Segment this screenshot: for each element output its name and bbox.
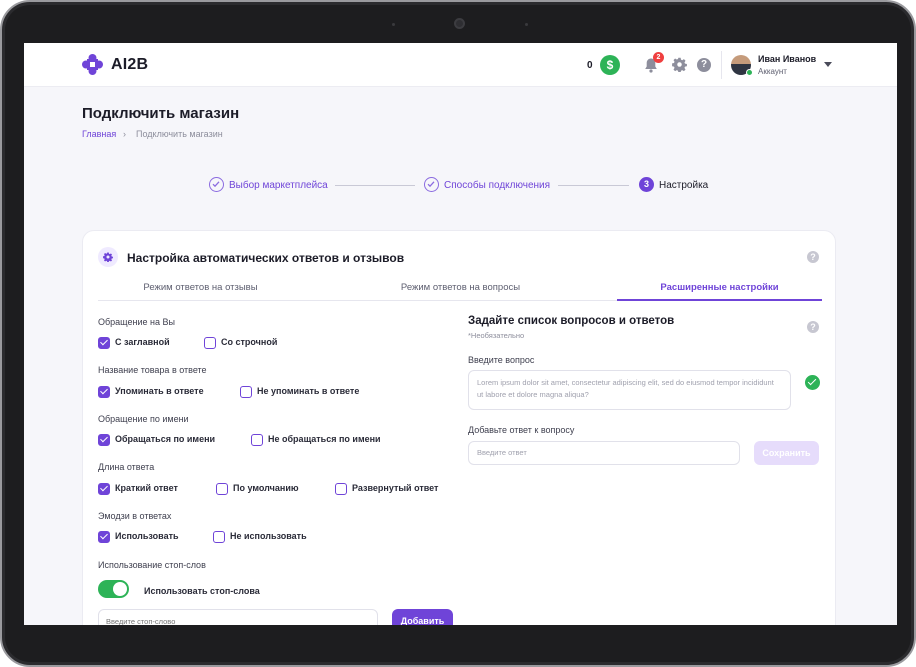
option-label: По умолчанию bbox=[233, 483, 299, 493]
app-screen: AI2B 0 $ 2 ? Иван Иванов Аккаунт Подключ… bbox=[24, 43, 897, 625]
qa-subtitle: *Необязательно bbox=[468, 331, 525, 340]
step-connector bbox=[558, 185, 629, 186]
option-label: Краткий ответ bbox=[115, 483, 178, 493]
question-textarea[interactable]: Lorem ipsum dolor sit amet, consectetur … bbox=[468, 370, 791, 410]
option-label: Развернутый ответ bbox=[352, 483, 439, 493]
tablet-frame: AI2B 0 $ 2 ? Иван Иванов Аккаунт Подключ… bbox=[0, 0, 916, 667]
step-connection[interactable]: Способы подключения bbox=[444, 180, 550, 191]
save-button[interactable]: Сохранить bbox=[754, 441, 819, 465]
checkbox[interactable] bbox=[216, 483, 228, 495]
checkbox[interactable] bbox=[213, 531, 225, 543]
tab-questions-mode[interactable]: Режим ответов на вопросы bbox=[358, 275, 563, 301]
option-label: Использовать bbox=[115, 531, 179, 541]
stopwords-toggle-label: Использовать стоп-слова bbox=[144, 586, 260, 596]
tab-advanced-settings[interactable]: Расширенные настройки bbox=[617, 275, 822, 301]
step-number: 3 bbox=[639, 177, 654, 192]
divider bbox=[721, 51, 722, 79]
chevron-down-icon[interactable] bbox=[824, 62, 832, 67]
question-label: Введите вопрос bbox=[468, 355, 535, 365]
checkbox[interactable] bbox=[98, 386, 110, 398]
qa-title: Задайте список вопросов и ответов bbox=[468, 315, 675, 327]
user-name[interactable]: Иван Иванов bbox=[758, 54, 816, 64]
checkbox[interactable] bbox=[98, 531, 110, 543]
answer-input[interactable]: Введите ответ bbox=[468, 441, 740, 465]
group-label-emoji: Эмодзи в ответах bbox=[98, 511, 172, 521]
gear-icon[interactable] bbox=[672, 57, 687, 72]
option-label: Со строчной bbox=[221, 337, 278, 347]
card-title: Настройка автоматических ответов и отзыв… bbox=[127, 251, 405, 265]
stopword-input[interactable] bbox=[98, 609, 378, 625]
wallet-button[interactable]: $ bbox=[600, 55, 620, 75]
sensor-dot bbox=[525, 23, 528, 26]
group-label-formal: Обращение на Вы bbox=[98, 317, 175, 327]
option-label: Не упоминать в ответе bbox=[257, 386, 360, 396]
checkbox[interactable] bbox=[98, 337, 110, 349]
checkbox[interactable] bbox=[335, 483, 347, 495]
notification-badge: 2 bbox=[653, 52, 664, 63]
option-label: Не использовать bbox=[230, 531, 307, 541]
option-label: Упоминать в ответе bbox=[115, 386, 204, 396]
option-label: С заглавной bbox=[115, 337, 170, 347]
group-label-stopwords: Использование стоп-слов bbox=[98, 560, 206, 570]
option-label: Обращаться по имени bbox=[115, 434, 216, 444]
logo-icon[interactable] bbox=[82, 54, 103, 75]
option-label: Не обращаться по имени bbox=[268, 434, 381, 444]
avatar[interactable] bbox=[731, 55, 753, 76]
check-circle-icon bbox=[805, 375, 820, 390]
add-stopword-button[interactable]: Добавить bbox=[392, 609, 453, 625]
step-done-icon[interactable] bbox=[209, 177, 224, 192]
top-bar: AI2B 0 $ 2 ? Иван Иванов Аккаунт bbox=[24, 43, 897, 87]
settings-card: Настройка автоматических ответов и отзыв… bbox=[82, 230, 836, 625]
checkbox[interactable] bbox=[240, 386, 252, 398]
step-done-icon[interactable] bbox=[424, 177, 439, 192]
logo-text[interactable]: AI2B bbox=[111, 56, 148, 74]
help-icon[interactable]: ? bbox=[807, 251, 819, 263]
breadcrumb-home-link[interactable]: Главная bbox=[82, 129, 116, 139]
stopwords-toggle[interactable] bbox=[98, 580, 129, 598]
checkbox[interactable] bbox=[251, 434, 263, 446]
balance-value: 0 bbox=[587, 60, 593, 71]
step-connector bbox=[335, 185, 415, 186]
online-status-icon bbox=[746, 69, 753, 76]
step-settings[interactable]: Настройка bbox=[659, 180, 708, 191]
page-title: Подключить магазин bbox=[82, 105, 240, 122]
breadcrumb-separator: › bbox=[123, 129, 126, 139]
checkbox[interactable] bbox=[204, 337, 216, 349]
answer-label: Добавьте ответ к вопросу bbox=[468, 425, 575, 435]
group-label-product-name: Название товара в ответе bbox=[98, 365, 207, 375]
user-role: Аккаунт bbox=[758, 67, 787, 76]
group-label-answer-length: Длина ответа bbox=[98, 462, 155, 472]
help-icon[interactable]: ? bbox=[697, 58, 711, 72]
tab-bar: Режим ответов на отзывы Режим ответов на… bbox=[98, 275, 822, 301]
help-icon[interactable]: ? bbox=[807, 321, 819, 333]
checkbox[interactable] bbox=[98, 483, 110, 495]
checkbox[interactable] bbox=[98, 434, 110, 446]
breadcrumb-current: Подключить магазин bbox=[136, 129, 223, 139]
camera-icon bbox=[454, 18, 465, 29]
settings-card-icon bbox=[98, 247, 118, 267]
group-label-name-address: Обращение по имени bbox=[98, 414, 189, 424]
tab-reviews-mode[interactable]: Режим ответов на отзывы bbox=[98, 275, 303, 301]
step-marketplace[interactable]: Выбор маркетплейса bbox=[229, 180, 328, 191]
sensor-dot bbox=[392, 23, 395, 26]
